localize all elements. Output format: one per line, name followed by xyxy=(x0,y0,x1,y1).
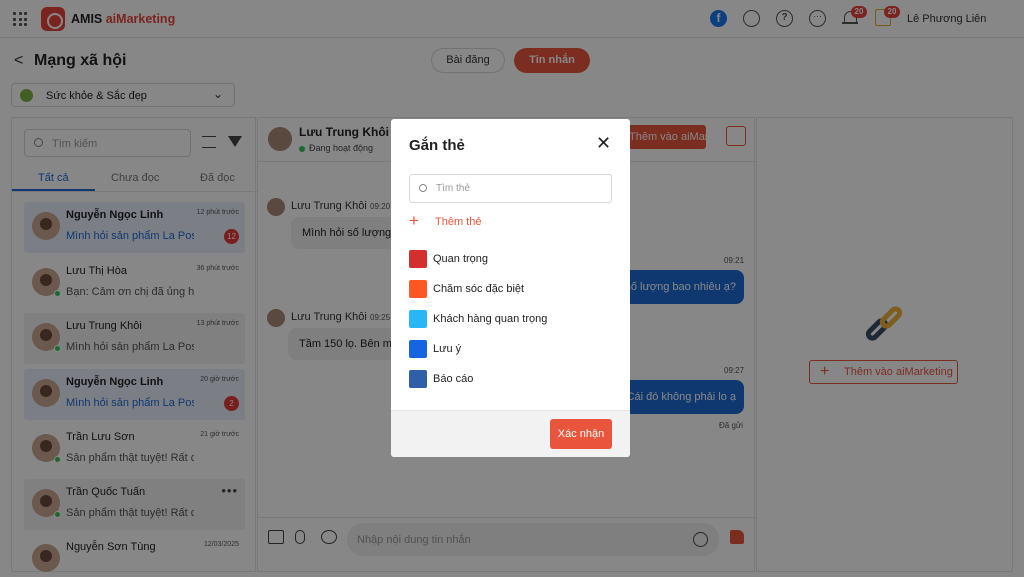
tag-option[interactable]: Báo cáo xyxy=(409,369,609,389)
tag-color-swatch xyxy=(409,370,427,388)
dialog-title: Gắn thẻ xyxy=(409,137,465,154)
tag-label: Khách hàng quan trọng xyxy=(433,313,548,325)
tag-label: Lưu ý xyxy=(433,343,462,355)
close-icon[interactable]: ✕ xyxy=(596,134,611,152)
tag-dialog: Gắn thẻ ✕ Tìm thẻ + Thêm thẻ Quan trọng … xyxy=(391,119,630,457)
plus-icon: + xyxy=(409,211,419,230)
tag-label: Báo cáo xyxy=(433,373,474,385)
tag-label: Quan trọng xyxy=(433,253,489,265)
tag-color-swatch xyxy=(409,280,427,298)
tag-option[interactable]: Quan trọng xyxy=(409,249,609,269)
tag-color-swatch xyxy=(409,310,427,328)
tag-color-swatch xyxy=(409,340,427,358)
tag-option[interactable]: Khách hàng quan trọng xyxy=(409,309,609,329)
tag-option[interactable]: Chăm sóc đặc biệt xyxy=(409,279,609,299)
tag-search-input[interactable]: Tìm thẻ xyxy=(409,174,612,203)
add-tag-label: Thêm thẻ xyxy=(435,216,482,228)
search-icon xyxy=(419,184,427,192)
dialog-footer: Xác nhận xyxy=(391,410,630,457)
tag-color-swatch xyxy=(409,250,427,268)
tag-label: Chăm sóc đặc biệt xyxy=(433,283,525,295)
confirm-button[interactable]: Xác nhận xyxy=(550,419,612,449)
tag-search-placeholder: Tìm thẻ xyxy=(436,183,470,194)
tag-option[interactable]: Lưu ý xyxy=(409,339,609,359)
